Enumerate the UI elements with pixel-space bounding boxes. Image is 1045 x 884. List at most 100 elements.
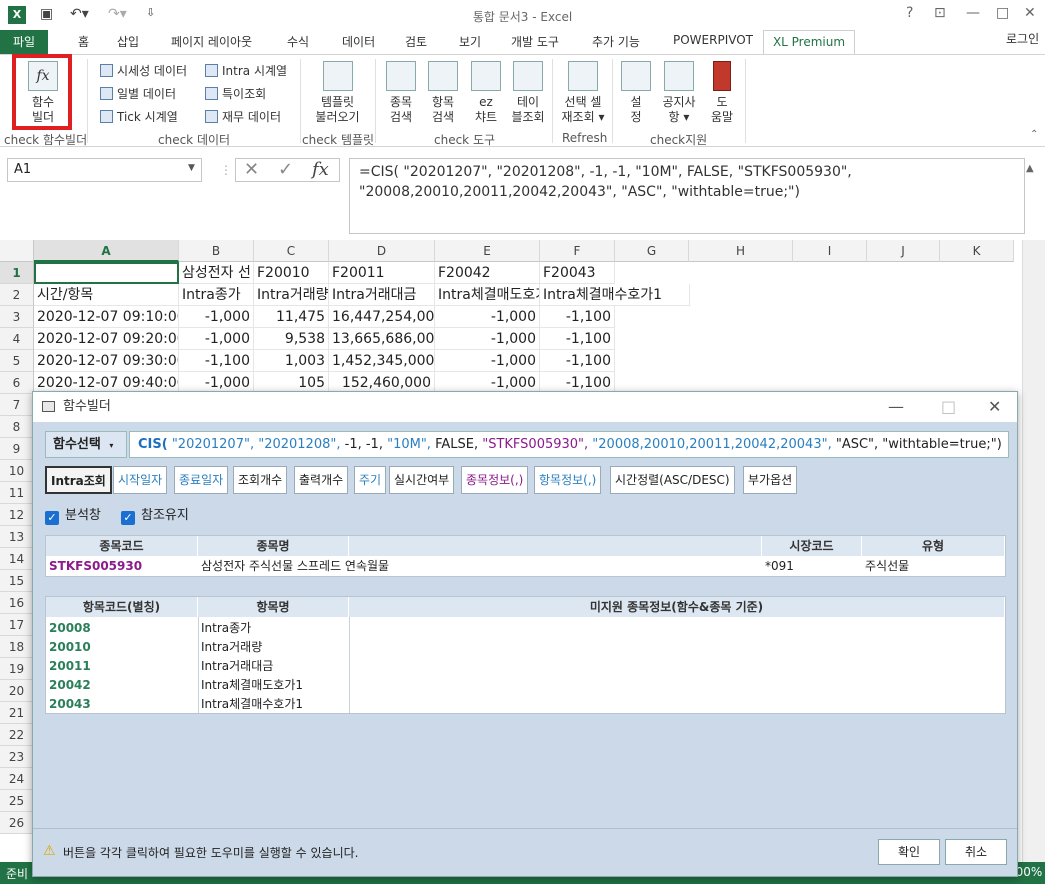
tick-series-button[interactable]: Tick 시계열 — [100, 108, 178, 125]
col-header-d[interactable]: D — [329, 240, 435, 262]
tab-formulas[interactable]: 수식 — [287, 33, 309, 50]
item-code[interactable]: 20011 — [46, 657, 91, 676]
row-header[interactable]: 10 — [0, 460, 34, 482]
row-header[interactable]: 20 — [0, 680, 34, 702]
col-header-a[interactable]: A — [34, 240, 179, 262]
daily-data-button[interactable]: 일별 데이터 — [100, 85, 176, 102]
notice-button[interactable]: 공지사 항 ▾ — [656, 61, 702, 125]
cell-a1[interactable] — [34, 262, 179, 284]
vertical-scrollbar[interactable] — [1022, 240, 1045, 862]
item-code[interactable]: 20042 — [46, 676, 91, 695]
row-header[interactable]: 12 — [0, 504, 34, 526]
refresh-selected-button[interactable]: 선택 셀 재조회 ▾ — [556, 61, 610, 125]
table-cell-code[interactable]: STKFS005930 — [46, 557, 198, 576]
col-header-j[interactable]: J — [867, 240, 940, 262]
tab-home[interactable]: 홈 — [78, 33, 89, 50]
help-icon[interactable]: ? — [906, 5, 913, 21]
cell-f3[interactable]: -1,100 — [540, 306, 615, 328]
tab-developer[interactable]: 개발 도구 — [511, 33, 559, 50]
dialog-minimize-icon[interactable]: — — [888, 392, 904, 422]
financial-data-button[interactable]: 재무 데이터 — [205, 108, 281, 125]
cell-b4[interactable]: -1,000 — [179, 328, 254, 350]
tab-insert[interactable]: 삽입 — [117, 33, 139, 50]
quote-data-button[interactable]: 시세성 데이터 — [100, 62, 187, 79]
tab-file[interactable]: 파일 — [0, 30, 48, 54]
ribbon-display-icon[interactable]: ⊡ — [934, 5, 946, 21]
cell-d4[interactable]: 13,665,686,000 — [329, 328, 435, 350]
cell-f4[interactable]: -1,100 — [540, 328, 615, 350]
name-box-dropdown-icon[interactable]: ▼ — [188, 163, 195, 173]
row-header[interactable]: 19 — [0, 658, 34, 680]
confirm-entry-icon[interactable]: ✓ — [278, 159, 293, 180]
cell-b2[interactable]: Intra종가 — [179, 284, 254, 306]
cell-a3[interactable]: 2020-12-07 09:10:00 — [34, 306, 179, 328]
cell-e2[interactable]: Intra체결매도호가1 — [435, 284, 540, 306]
row-header[interactable]: 16 — [0, 592, 34, 614]
col-header-h[interactable]: H — [689, 240, 793, 262]
row-header[interactable]: 25 — [0, 790, 34, 812]
formula-collapse-icon[interactable]: ▲ — [1026, 163, 1034, 174]
cell-b3[interactable]: -1,000 — [179, 306, 254, 328]
function-expression[interactable]: CIS( "20201207", "20201208", -1, -1, "10… — [129, 431, 1009, 458]
cell-e5[interactable]: -1,000 — [435, 350, 540, 372]
minimize-icon[interactable]: — — [966, 5, 980, 21]
option-query-count[interactable]: 조회개수 — [233, 466, 288, 494]
row-header[interactable]: 26 — [0, 812, 34, 834]
stock-search-button[interactable]: 종목 검색 — [380, 61, 422, 125]
tab-addins[interactable]: 추가 기능 — [592, 33, 640, 50]
item-search-button[interactable]: 항목 검색 — [423, 61, 463, 125]
keep-reference-checkbox[interactable]: ✓ 참조유지 — [121, 504, 189, 525]
table-query-button[interactable]: 테이 블조회 — [507, 61, 549, 125]
cell-b1[interactable]: 삼성전자 선 — [179, 262, 254, 284]
row-header[interactable]: 24 — [0, 768, 34, 790]
row-header[interactable]: 7 — [0, 394, 34, 416]
row-header[interactable]: 1 — [0, 262, 34, 284]
restore-icon[interactable]: □ — [996, 5, 1009, 21]
item-code[interactable]: 20010 — [46, 638, 91, 657]
template-load-button[interactable]: 템플릿 불러오기 — [305, 61, 370, 125]
row-header[interactable]: 5 — [0, 350, 34, 372]
row-header[interactable]: 13 — [0, 526, 34, 548]
tab-view[interactable]: 보기 — [459, 33, 481, 50]
cell-c2[interactable]: Intra거래량 — [254, 284, 329, 306]
insert-function-icon[interactable]: fx — [312, 159, 329, 180]
intra-series-button[interactable]: Intra 시계열 — [205, 62, 287, 79]
option-extra[interactable]: 부가옵션 — [743, 466, 798, 494]
row-header[interactable]: 14 — [0, 548, 34, 570]
dialog-maximize-icon[interactable]: □ — [941, 392, 956, 422]
cell-d5[interactable]: 1,452,345,000 — [329, 350, 435, 372]
cell-c1[interactable]: F20010 — [254, 262, 329, 284]
row-header[interactable]: 23 — [0, 746, 34, 768]
dialog-close-icon[interactable]: ✕ — [988, 392, 1001, 422]
cell-a4[interactable]: 2020-12-07 09:20:00 — [34, 328, 179, 350]
cell-c4[interactable]: 9,538 — [254, 328, 329, 350]
row-header[interactable]: 15 — [0, 570, 34, 592]
option-realtime[interactable]: 실시간여부 — [389, 466, 455, 494]
cell-e1[interactable]: F20042 — [435, 262, 540, 284]
close-icon[interactable]: ✕ — [1024, 5, 1036, 21]
row-header[interactable]: 4 — [0, 328, 34, 350]
special-query-button[interactable]: 특이조회 — [205, 85, 266, 102]
col-header-g[interactable]: G — [615, 240, 689, 262]
option-end-date[interactable]: 종료일자 — [174, 466, 229, 494]
option-time-sort[interactable]: 시간정렬(ASC/DESC) — [610, 466, 735, 494]
tab-xl-premium[interactable]: XL Premium — [763, 30, 855, 55]
col-header-e[interactable]: E — [435, 240, 540, 262]
function-select-dropdown[interactable]: 함수선택 ▾ — [45, 431, 127, 458]
name-box[interactable]: A1 — [7, 158, 202, 182]
item-code[interactable]: 20008 — [46, 619, 91, 638]
col-header-i[interactable]: I — [793, 240, 867, 262]
cell-f5[interactable]: -1,100 — [540, 350, 615, 372]
cell-c3[interactable]: 11,475 — [254, 306, 329, 328]
cancel-entry-icon[interactable]: ✕ — [244, 159, 259, 180]
cancel-button[interactable]: 취소 — [945, 839, 1007, 865]
option-intra-query[interactable]: Intra조회 — [45, 466, 112, 494]
col-header-c[interactable]: C — [254, 240, 329, 262]
row-header[interactable]: 8 — [0, 416, 34, 438]
help-button[interactable]: 도 움말 — [704, 61, 740, 125]
option-item-info[interactable]: 항목정보(,) — [534, 466, 602, 494]
row-header[interactable]: 18 — [0, 636, 34, 658]
row-header[interactable]: 9 — [0, 438, 34, 460]
option-start-date[interactable]: 시작일자 — [113, 466, 168, 494]
cell-f2[interactable]: Intra체결매수호가1 — [540, 284, 690, 306]
